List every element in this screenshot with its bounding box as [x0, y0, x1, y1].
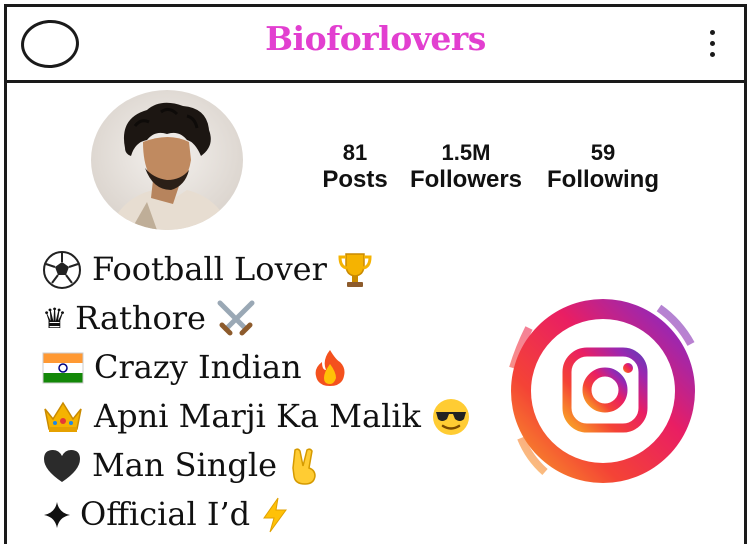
bio-line: Man Single	[42, 441, 471, 490]
stat-following[interactable]: 59 Following	[542, 140, 664, 194]
instagram-logo-icon	[499, 288, 707, 494]
stat-following-label: Following	[547, 166, 659, 193]
bio-text: Man Single	[92, 446, 278, 484]
chess-queen-icon: ♛	[42, 302, 68, 335]
bio-text: Crazy Indian	[94, 348, 302, 386]
crown-icon	[42, 399, 84, 435]
bio: Football Lover ♛ Rathore Crazy Indian Ap…	[42, 245, 471, 539]
crossed-swords-icon	[216, 299, 256, 339]
bio-line: Crazy Indian	[42, 343, 471, 392]
top-bar: Bioforlovers	[7, 7, 744, 83]
bio-line: Official I’d	[42, 490, 471, 539]
brand-title: Bioforlovers	[265, 19, 486, 58]
trophy-icon	[337, 251, 373, 289]
bio-text: Rathore	[75, 299, 206, 337]
stat-followers[interactable]: 1.5M Followers	[406, 140, 526, 194]
bio-line: Apni Marji Ka Malik	[42, 392, 471, 441]
stat-posts-label: Posts	[322, 166, 388, 193]
stat-posts-value: 81	[342, 140, 368, 165]
sunglasses-face-icon	[431, 397, 471, 437]
fire-icon	[312, 348, 348, 388]
soccer-ball-icon	[42, 250, 82, 290]
india-flag-icon	[42, 352, 84, 384]
avatar[interactable]	[91, 90, 243, 230]
bio-line: ♛ Rathore	[42, 294, 471, 343]
four-point-star-icon	[42, 500, 72, 530]
bio-text: Apni Marji Ka Malik	[94, 397, 421, 435]
stat-followers-label: Followers	[409, 166, 523, 193]
black-heart-icon	[42, 448, 82, 484]
more-options-icon[interactable]	[708, 30, 716, 60]
bio-line: Football Lover	[42, 245, 471, 294]
stat-followers-value: 1.5M	[441, 140, 491, 165]
stat-following-value: 59	[590, 140, 616, 165]
victory-hand-icon	[287, 446, 321, 486]
bio-text: Football Lover	[92, 250, 327, 288]
stat-posts[interactable]: 81 Posts	[320, 140, 390, 194]
lightning-icon	[260, 496, 290, 534]
bio-text: Official I’d	[80, 495, 251, 533]
